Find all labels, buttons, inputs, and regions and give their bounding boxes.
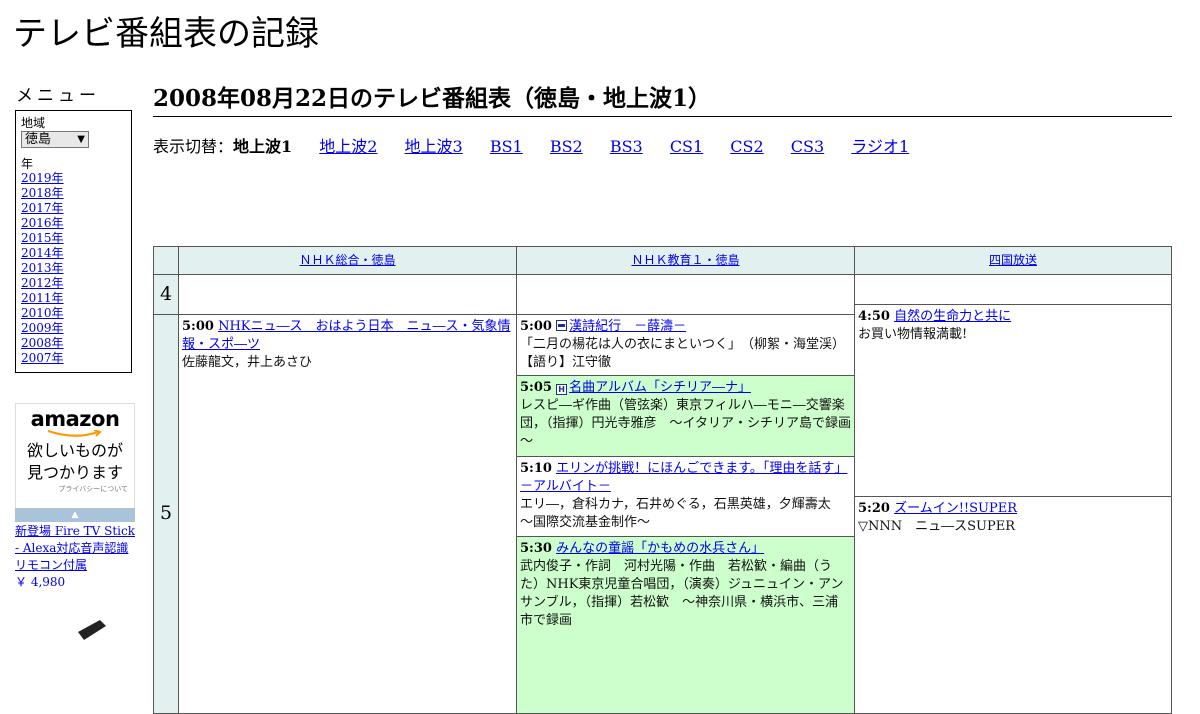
caret-up-icon: ▲: [71, 510, 79, 520]
switch-cs1[interactable]: CS1: [670, 137, 703, 156]
program-time: 5:30: [520, 541, 552, 556]
chevron-down-icon: ▼: [77, 134, 85, 145]
ad-product-link[interactable]: 新登場 Fire TV Stick - Alexa対応音声認識リモコン付属: [15, 524, 135, 572]
year-link-2016[interactable]: 2016年: [21, 216, 64, 230]
year-link-2013[interactable]: 2013年: [21, 261, 64, 275]
program-time: 5:10: [520, 461, 552, 476]
program-cell: 5:10 エリンが挑戦！にほんごできます。「理由を話す」－アルバイト－ エリ―，…: [516, 456, 855, 537]
ad-price: ￥ 4,980: [15, 575, 66, 589]
switch-radio1[interactable]: ラジオ1: [851, 137, 909, 156]
hour-cell-4: 4: [153, 274, 179, 315]
ad-privacy-link[interactable]: プライバシーについて: [16, 484, 134, 494]
switch-cs2[interactable]: CS2: [730, 137, 763, 156]
program-title-link[interactable]: 漢詩紀行 －薛濤－: [569, 319, 686, 334]
empty-slot: [178, 274, 517, 315]
amazon-smile-icon: [47, 430, 102, 437]
program-desc: 「二月の楊花は人の衣にまといつく」 （柳絮・海堂渓） 【語り】江守徹: [520, 337, 852, 370]
menu-box: 地域 徳島 ▼ 年 2019年 2018年 2017年 2016年 2015年 …: [15, 110, 132, 373]
ad-block: amazon 欲しいものが 見つかります プライバシーについて ▲ 新登場 Fi…: [15, 403, 135, 591]
switch-bs2[interactable]: BS2: [550, 137, 583, 156]
year-link-2011[interactable]: 2011年: [21, 291, 64, 305]
program-desc: 佐藤龍文，井上あさひ: [182, 355, 313, 370]
region-select[interactable]: 徳島 ▼: [21, 131, 89, 148]
ad-copy-line2: 見つかります: [26, 463, 123, 482]
year-link-2015[interactable]: 2015年: [21, 231, 64, 245]
switch-bs1[interactable]: BS1: [490, 137, 523, 156]
region-label: 地域: [21, 116, 46, 130]
program-title-link[interactable]: ズームイン!!SUPER: [894, 501, 1017, 516]
switch-cs3[interactable]: CS3: [791, 137, 824, 156]
hd-badge-icon: H: [556, 384, 568, 395]
channel-link-nhk-e[interactable]: ＮＨＫ教育１・徳島: [631, 253, 739, 267]
empty-slot: [854, 274, 1172, 305]
year-link-2019[interactable]: 2019年: [21, 171, 64, 185]
year-link-2010[interactable]: 2010年: [21, 306, 64, 320]
program-time: 5:00: [182, 319, 214, 334]
program-cell: 5:05 H 名曲アルバム「シチリア―ナ」 レスピ―ギ作曲（管弦楽）東京フィルハ―…: [516, 375, 855, 457]
channel-link-shikoku[interactable]: 四国放送: [989, 253, 1037, 267]
program-desc: レスピ―ギ作曲（管弦楽）東京フィルハ―モニ―交響楽団，（指揮）円光寺雅彦 ～イタ…: [520, 398, 851, 449]
program-title-link[interactable]: NHKニュ―ス おはよう日本 ニュ―ス・気象情報・スポ―ツ: [182, 319, 511, 352]
page-title: 2008年08月22日のテレビ番組表（徳島・地上波1）: [153, 80, 1172, 117]
program-time: 4:50: [858, 309, 890, 324]
program-time: 5:05: [520, 380, 552, 395]
site-title: テレビ番組表の記録: [13, 14, 319, 54]
hour-cell-5: 5: [153, 314, 179, 714]
year-list: 2019年 2018年 2017年 2016年 2015年 2014年 2013…: [21, 171, 131, 366]
year-link-2014[interactable]: 2014年: [21, 246, 64, 260]
ad-copy-line1: 欲しいものが: [26, 441, 123, 460]
amazon-logo: amazon: [30, 407, 120, 431]
year-link-2017[interactable]: 2017年: [21, 201, 64, 215]
program-cell: 5:20 ズームイン!!SUPER ▽NNN ニュ―スSUPER: [854, 496, 1172, 714]
program-desc: エリ―，倉科カナ，石井めぐる，石黒英雄，夕輝壽太 ～国際交流基金制作～: [520, 497, 844, 530]
program-title-link[interactable]: みんなの童謡「かもめの水兵さん」: [556, 541, 764, 556]
program-title-link[interactable]: 名曲アルバム「シチリア―ナ」: [569, 380, 751, 395]
ad-banner[interactable]: amazon 欲しいものが 見つかります プライバシーについて: [15, 403, 135, 508]
schedule-grid: ＮＨＫ総合・徳島 ＮＨＫ教育１・徳島 四国放送 4 5 5:00 NHKニュ―ス…: [153, 246, 1172, 714]
switcher-label: 表示切替：: [153, 137, 234, 156]
year-link-2012[interactable]: 2012年: [21, 276, 64, 290]
program-cell: 5:00 NHKニュ―ス おはよう日本 ニュ―ス・気象情報・スポ―ツ 佐藤龍文，…: [178, 314, 517, 714]
year-link-2009[interactable]: 2009年: [21, 321, 64, 335]
year-link-2018[interactable]: 2018年: [21, 186, 64, 200]
program-desc: お買い物情報満載!: [858, 327, 968, 342]
main-content: 2008年08月22日のテレビ番組表（徳島・地上波1） 表示切替：地上波1 地上…: [153, 80, 1172, 159]
corner-cell: [153, 246, 179, 275]
program-time: 5:00: [520, 319, 552, 334]
channel-link-nhk-g[interactable]: ＮＨＫ総合・徳島: [299, 253, 395, 267]
channel-header-nhk-e: ＮＨＫ教育１・徳島: [516, 246, 855, 275]
program-title-link[interactable]: 自然の生命力と共に: [894, 309, 1011, 324]
year-label: 年: [21, 157, 34, 171]
program-title-link[interactable]: エリンが挑戦！にほんごできます。「理由を話す」－アルバイト－: [520, 461, 847, 494]
sidebar: メニュー 地域 徳島 ▼ 年 2019年 2018年 2017年 2016年 2…: [15, 86, 137, 591]
year-link-2008[interactable]: 2008年: [21, 336, 64, 350]
ad-expand-bar[interactable]: ▲: [15, 508, 135, 522]
switch-ground2[interactable]: 地上波2: [319, 137, 377, 156]
switch-ground3[interactable]: 地上波3: [405, 137, 463, 156]
view-switcher: 表示切替：地上波1 地上波2 地上波3 BS1 BS2 BS3 CS1 CS2 …: [153, 135, 1172, 159]
program-cell: 5:00 漢詩紀行 －薛濤－ 「二月の楊花は人の衣にまといつく」 （柳絮・海堂渓…: [516, 314, 855, 376]
menu-heading: メニュー: [16, 86, 100, 106]
program-desc: ▽NNN ニュ―スSUPER: [858, 519, 1016, 534]
program-cell: 5:30 みんなの童謡「かもめの水兵さん」 武内俊子・作詞 河村光陽・作曲 若松…: [516, 536, 855, 714]
empty-slot: [516, 274, 855, 315]
year-link-2007[interactable]: 2007年: [21, 351, 64, 365]
program-cell: 4:50 自然の生命力と共に お買い物情報満載!: [854, 304, 1172, 497]
ad-copy: 欲しいものが 見つかります: [16, 440, 134, 484]
switch-current-ground1: 地上波1: [233, 137, 293, 156]
caption-badge-icon: [556, 320, 568, 331]
region-select-value: 徳島: [25, 132, 52, 147]
channel-header-shikoku: 四国放送: [854, 246, 1172, 275]
remote-control-icon: [78, 620, 106, 640]
program-desc: 武内俊子・作詞 河村光陽・作曲 若松歓・編曲（うた）NHK東京児童合唱団，（演奏…: [520, 559, 844, 628]
program-time: 5:20: [858, 501, 890, 516]
switch-bs3[interactable]: BS3: [610, 137, 643, 156]
channel-header-nhk-g: ＮＨＫ総合・徳島: [178, 246, 517, 275]
